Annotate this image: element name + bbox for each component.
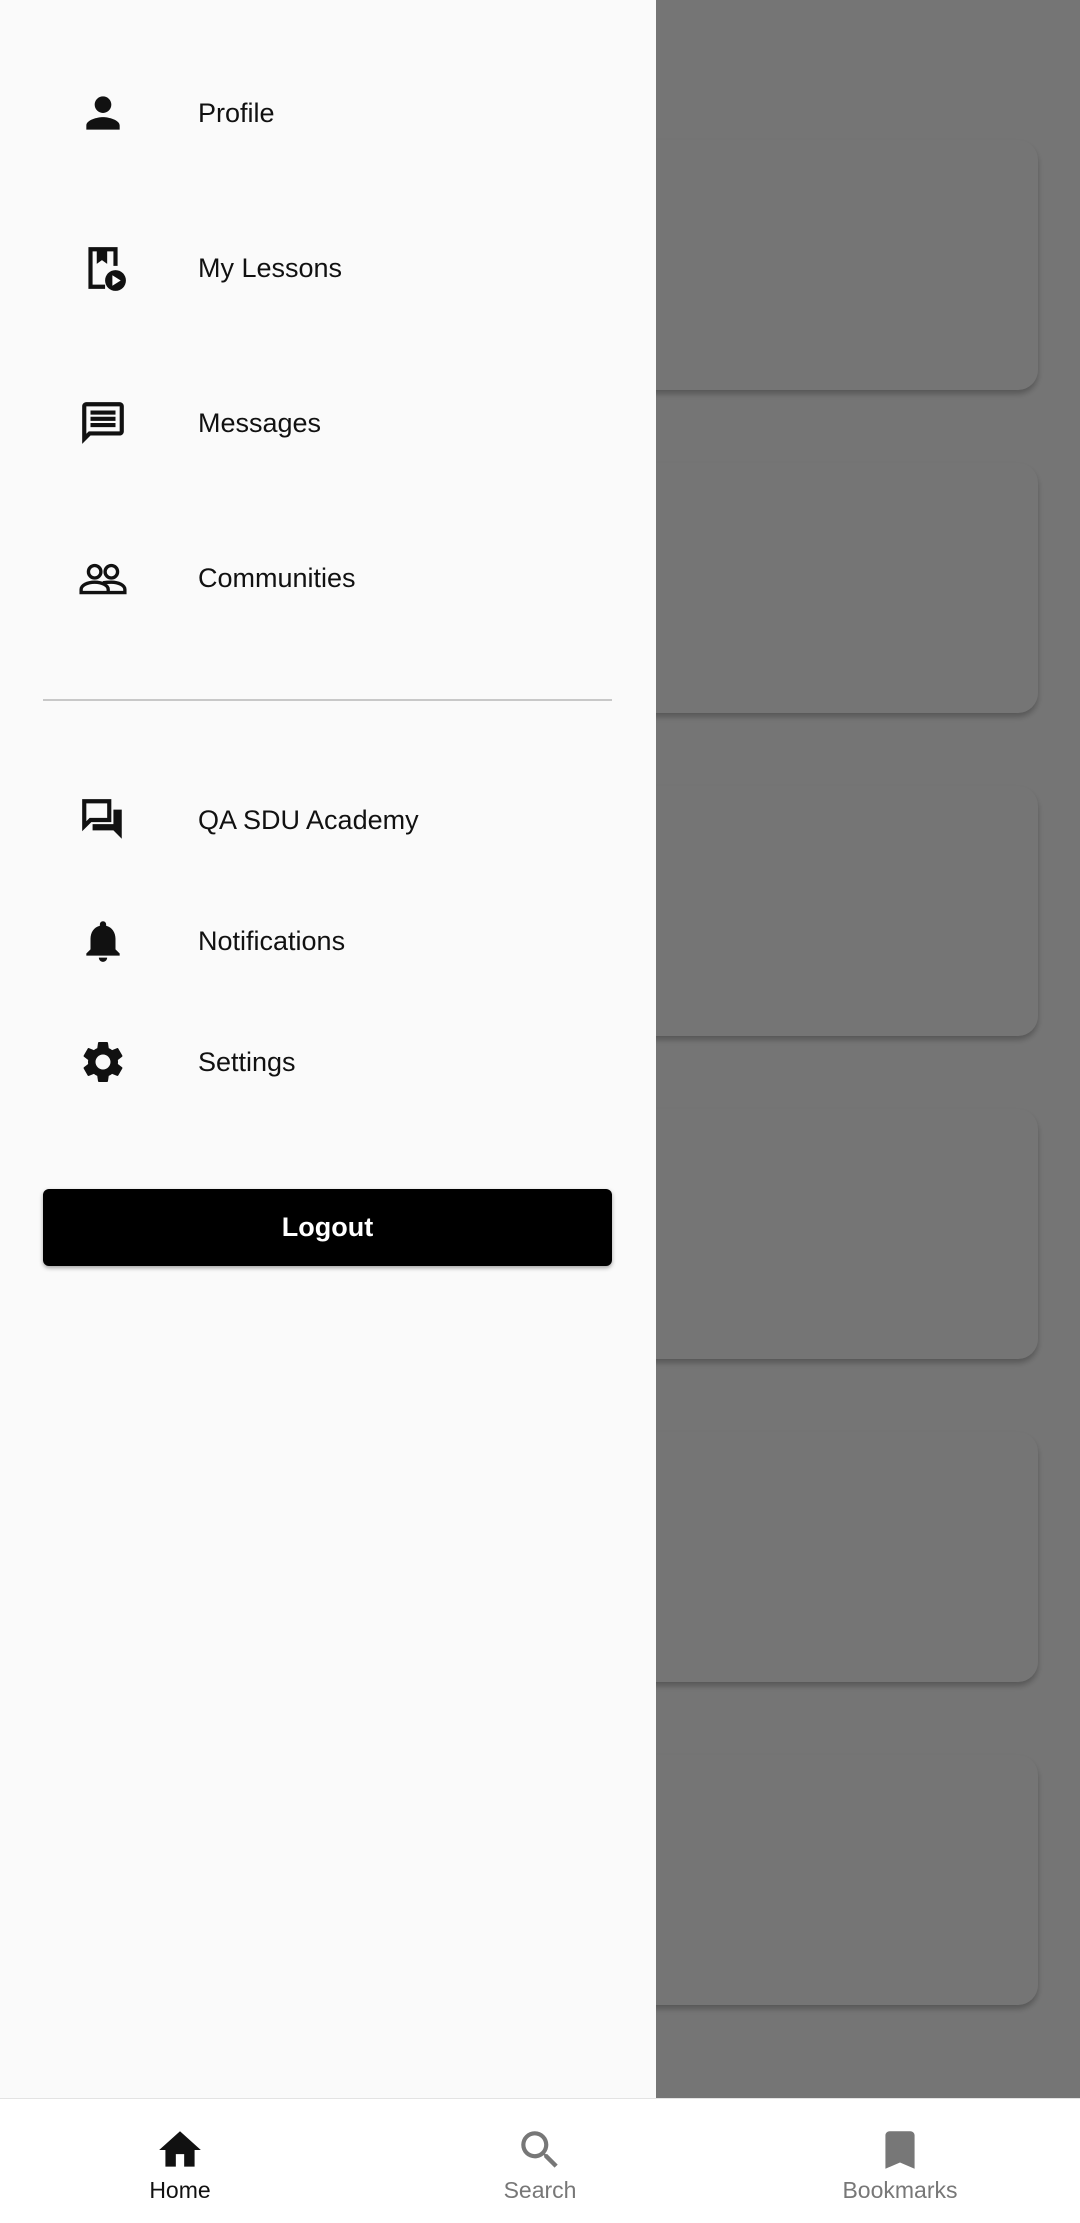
drawer-item-label: Settings	[198, 1046, 296, 1077]
drawer-divider	[43, 699, 612, 701]
drawer-item-messages[interactable]: Messages	[0, 368, 656, 478]
drawer-item-label: Profile	[198, 97, 275, 128]
message-icon	[78, 398, 128, 448]
navigation-drawer: Profile My Lessons Messages Communities …	[0, 0, 656, 2098]
drawer-item-settings[interactable]: Settings	[0, 1007, 656, 1117]
nav-label: Search	[503, 2177, 577, 2203]
nav-item-search[interactable]: Search	[360, 2099, 720, 2223]
forum-icon	[78, 795, 128, 845]
home-icon	[159, 2131, 201, 2167]
nav-item-home[interactable]: Home	[0, 2099, 360, 2223]
drawer-item-label: Notifications	[198, 925, 346, 956]
gear-icon	[78, 1037, 128, 1087]
bookmark-icon	[885, 2131, 915, 2169]
drawer-item-notifications[interactable]: Notifications	[0, 886, 656, 996]
drawer-item-profile[interactable]: Profile	[0, 58, 656, 168]
drawer-item-label: QA SDU Academy	[198, 804, 419, 835]
drawer-item-communities[interactable]: Communities	[0, 523, 656, 633]
drawer-item-my-lessons[interactable]: My Lessons	[0, 213, 656, 323]
lesson-play-icon	[78, 243, 128, 293]
drawer-item-label: Communities	[198, 562, 356, 593]
person-icon	[78, 88, 128, 138]
nav-label: Home	[149, 2177, 211, 2203]
nav-item-bookmarks[interactable]: Bookmarks	[720, 2099, 1080, 2223]
group-icon	[78, 553, 128, 603]
drawer-item-qa-sdu-academy[interactable]: QA SDU Academy	[0, 765, 656, 875]
nav-label: Bookmarks	[842, 2177, 958, 2203]
bottom-navigation: Home Search Bookmarks	[0, 2098, 1080, 2223]
search-icon	[521, 2131, 558, 2168]
drawer-item-label: My Lessons	[198, 252, 343, 283]
drawer-item-label: Messages	[198, 407, 322, 438]
app-root: y Profile My Lessons	[0, 0, 1080, 2223]
logout-button[interactable]: Logout	[43, 1189, 612, 1266]
bell-icon	[78, 916, 128, 966]
